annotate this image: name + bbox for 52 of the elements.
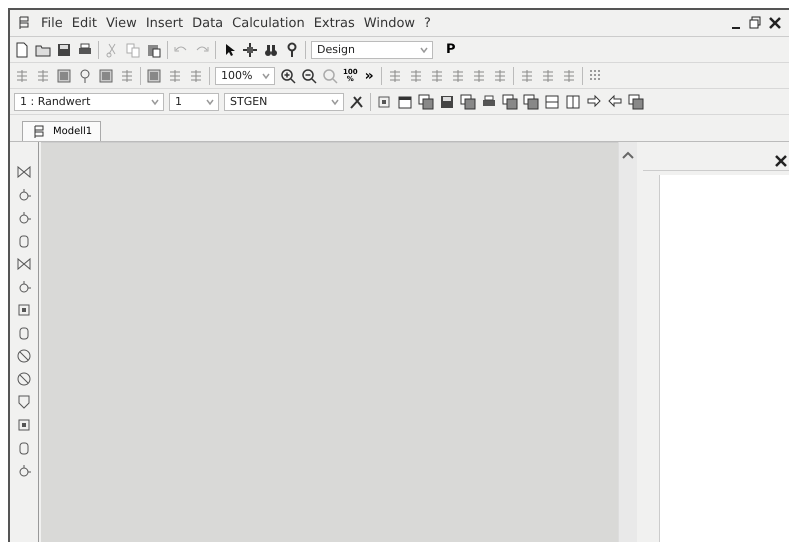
- load-case-dropdown[interactable]: 1 : Randwert: [14, 92, 164, 110]
- menu-item[interactable]: Edit: [72, 16, 97, 30]
- back-icon[interactable]: [607, 94, 623, 110]
- windows-icon[interactable]: [628, 94, 644, 110]
- symbol-icon[interactable]: [119, 68, 135, 84]
- split-vertical-icon[interactable]: [565, 94, 581, 110]
- zoom-in-icon[interactable]: [280, 68, 296, 84]
- zoom-out-icon[interactable]: [301, 68, 317, 84]
- menu-item[interactable]: View: [106, 16, 137, 30]
- panel-icon[interactable]: [376, 94, 392, 110]
- menu-item[interactable]: Data: [192, 16, 224, 30]
- more-button[interactable]: »: [362, 68, 376, 84]
- symbol-icon[interactable]: [56, 68, 72, 84]
- close-icon[interactable]: [767, 15, 783, 31]
- stack-icon[interactable]: [460, 94, 476, 110]
- document-tab[interactable]: Modell1: [22, 121, 102, 141]
- save-icon[interactable]: [439, 94, 455, 110]
- menu-item[interactable]: Calculation: [232, 16, 305, 30]
- windows-icon[interactable]: [523, 94, 539, 110]
- box-icon[interactable]: [16, 417, 32, 433]
- mode-dropdown[interactable]: Design: [311, 40, 433, 58]
- symbol-icon[interactable]: [98, 68, 114, 84]
- menu-item[interactable]: ?: [424, 16, 431, 30]
- valve-icon[interactable]: [16, 256, 32, 272]
- valve-icon[interactable]: [16, 164, 32, 180]
- split-horizontal-icon[interactable]: [544, 94, 560, 110]
- symbol-icon[interactable]: [167, 68, 183, 84]
- menu-item[interactable]: Insert: [146, 16, 184, 30]
- menu-item[interactable]: Window: [364, 16, 416, 30]
- menu-item[interactable]: Extras: [314, 16, 355, 30]
- windows-icon[interactable]: [418, 94, 434, 110]
- box-icon[interactable]: [16, 302, 32, 318]
- windows-icon[interactable]: [502, 94, 518, 110]
- move-icon[interactable]: [242, 42, 258, 58]
- symbol-icon[interactable]: [14, 68, 30, 84]
- new-document-icon[interactable]: [14, 42, 30, 58]
- module-dropdown[interactable]: STGEN: [224, 92, 344, 110]
- window-icon[interactable]: [397, 94, 413, 110]
- menu-item[interactable]: File: [41, 16, 63, 30]
- shield-icon[interactable]: [16, 394, 32, 410]
- number-dropdown[interactable]: 1: [169, 92, 219, 110]
- save-icon[interactable]: [56, 42, 72, 58]
- close-icon[interactable]: [773, 153, 789, 169]
- scrollbar[interactable]: [618, 142, 637, 542]
- fan-icon[interactable]: [16, 371, 32, 387]
- picture-icon[interactable]: [146, 68, 162, 84]
- p-button[interactable]: P: [438, 42, 464, 57]
- symbol-icon[interactable]: [188, 68, 204, 84]
- zoom-dropdown[interactable]: 100%: [215, 66, 275, 84]
- forward-icon[interactable]: [586, 94, 602, 110]
- fan-icon[interactable]: [16, 348, 32, 364]
- symbol-icon[interactable]: [35, 68, 51, 84]
